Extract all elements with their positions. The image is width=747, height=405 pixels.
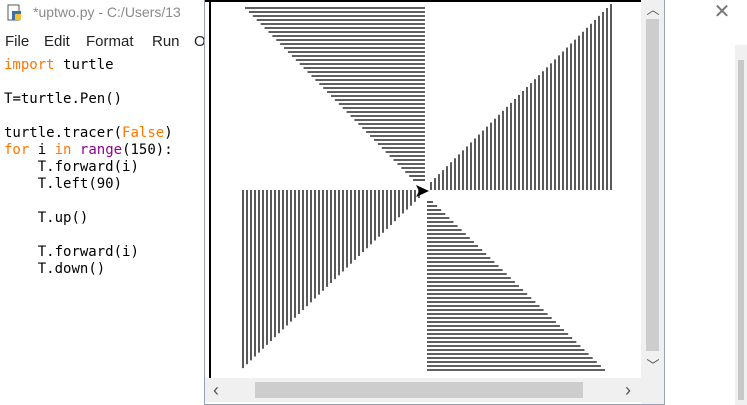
window-title: *uptwo.py - C:/Users/13 <box>33 4 181 20</box>
menu-edit[interactable]: Edit <box>44 33 70 50</box>
code-line: turtle.tracer(False) <box>4 125 173 141</box>
editor-scroll-thumb[interactable] <box>738 60 744 400</box>
turtle-canvas[interactable] <box>205 0 641 378</box>
code-line: import turtle <box>4 57 114 73</box>
menu-options[interactable]: O <box>194 33 206 50</box>
python-file-icon <box>7 4 21 21</box>
code-line: T.forward(i) <box>37 159 139 175</box>
scroll-left-icon[interactable]: ‹ <box>209 381 223 399</box>
turtle-cursor-icon <box>416 185 429 197</box>
code-line: T.up() <box>37 210 89 226</box>
code-line: T=turtle.Pen() <box>4 91 123 107</box>
menu-format[interactable]: Format <box>86 33 134 50</box>
scroll-down-icon[interactable]: ﹀ <box>646 359 660 373</box>
code-editor[interactable]: import turtle T=turtle.Pen() turtle.tracer… <box>4 57 173 278</box>
code-line: T.left(90) <box>37 176 123 192</box>
scroll-up-icon[interactable]: ︿ <box>646 3 660 17</box>
code-line: T.forward(i) <box>37 244 139 260</box>
canvas-vertical-thumb[interactable] <box>646 19 659 351</box>
turtle-drawing <box>205 0 641 378</box>
code-line: for i in range(150): <box>4 142 173 158</box>
scrollbar-corner <box>641 378 664 404</box>
code-line: T.down() <box>37 261 106 277</box>
turtle-graphics-window: ︿ ﹀ ‹ › <box>205 0 664 404</box>
close-icon[interactable]: ✕ <box>711 1 733 23</box>
menu-file[interactable]: File <box>5 33 29 50</box>
scroll-right-icon[interactable]: › <box>621 381 635 399</box>
canvas-horizontal-thumb[interactable] <box>255 382 583 398</box>
menu-run[interactable]: Run <box>152 33 180 50</box>
